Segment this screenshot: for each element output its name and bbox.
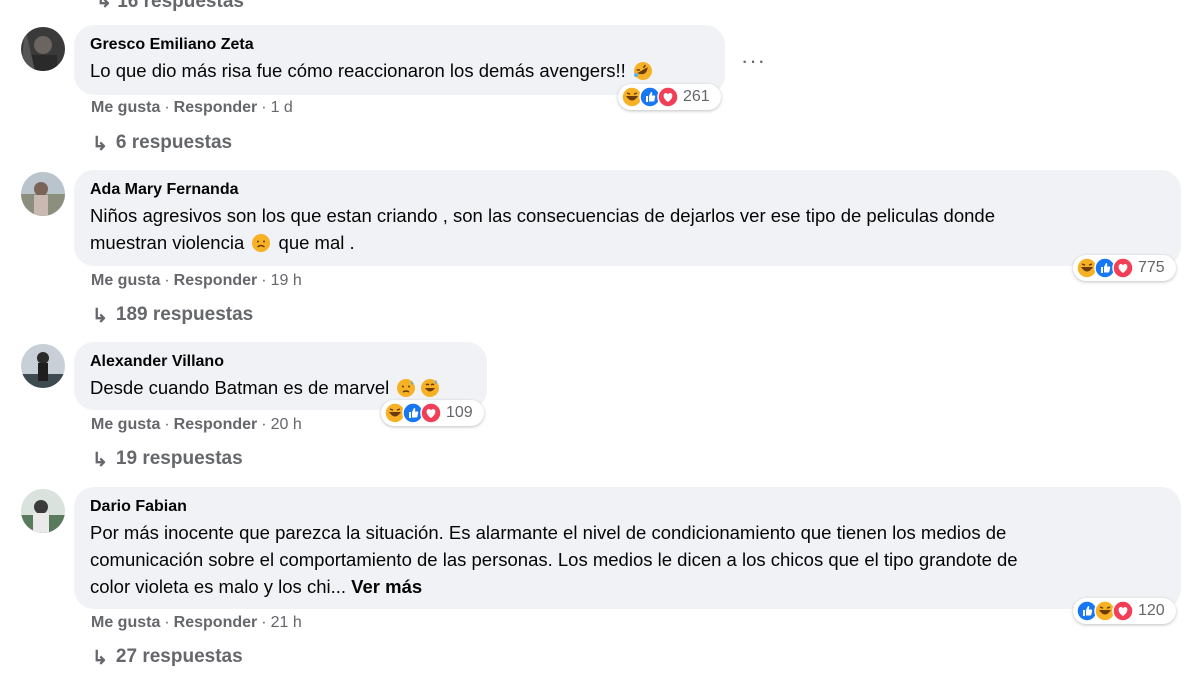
avatar[interactable] xyxy=(21,172,65,216)
avatar[interactable] xyxy=(21,489,65,533)
comment-time[interactable]: 19 h xyxy=(271,272,302,289)
comment-bubble: Dario Fabian Por más inocente que parezc… xyxy=(74,487,1181,609)
avatar[interactable] xyxy=(21,344,65,388)
comment-author[interactable]: Dario Fabian xyxy=(90,497,1165,517)
reply-arrow-icon: ↳ xyxy=(96,0,112,12)
like-link[interactable]: Me gusta xyxy=(91,272,160,289)
reply-arrow-icon: ↳ xyxy=(92,648,108,669)
love-reaction-icon xyxy=(657,86,679,108)
view-replies-link[interactable]: ↳ 27 respuestas xyxy=(92,645,243,671)
more-options-icon[interactable]: ··· xyxy=(741,50,766,72)
comment-text: Lo que dio más risa fue cómo reaccionaro… xyxy=(90,60,655,81)
view-replies-link[interactable]: ↳ 6 respuestas xyxy=(92,131,232,157)
reply-arrow-icon: ↳ xyxy=(92,306,108,327)
comment-time[interactable]: 21 h xyxy=(271,614,302,631)
love-reaction-icon xyxy=(1112,600,1134,622)
like-link[interactable]: Me gusta xyxy=(91,99,160,116)
love-reaction-icon xyxy=(1112,257,1134,279)
reply-link[interactable]: Responder xyxy=(174,416,258,433)
comment-text: Niños agresivos son los que estan criand… xyxy=(90,202,1165,260)
reply-link[interactable]: Responder xyxy=(174,272,258,289)
reactions-summary[interactable]: 261 xyxy=(618,84,721,110)
comment-author[interactable]: Gresco Emiliano Zeta xyxy=(90,35,709,55)
like-link[interactable]: Me gusta xyxy=(91,614,160,631)
comment-text: Por más inocente que parezca la situació… xyxy=(90,522,1018,597)
previous-replies-link[interactable]: ↳ 16 respuestas xyxy=(96,0,244,13)
comment-author[interactable]: Ada Mary Fernanda xyxy=(90,180,1165,200)
comment-actions: Me gusta · Responder · 20 h xyxy=(91,416,302,433)
avatar[interactable] xyxy=(21,27,65,71)
comment-actions: Me gusta · Responder · 1 d xyxy=(91,99,293,116)
reactions-summary[interactable]: 109 xyxy=(381,400,484,426)
comment-time[interactable]: 1 d xyxy=(271,99,293,116)
see-more-link[interactable]: Ver más xyxy=(351,576,422,597)
comment-time[interactable]: 20 h xyxy=(271,416,302,433)
like-link[interactable]: Me gusta xyxy=(91,416,160,433)
reply-link[interactable]: Responder xyxy=(174,614,258,631)
reply-arrow-icon: ↳ xyxy=(92,134,108,155)
comment-author[interactable]: Alexander Villano xyxy=(90,352,471,372)
view-replies-link[interactable]: ↳ 189 respuestas xyxy=(92,303,253,329)
comment-actions: Me gusta · Responder · 21 h xyxy=(91,614,302,631)
reactions-summary[interactable]: 120 xyxy=(1073,598,1176,624)
reply-link[interactable]: Responder xyxy=(174,99,258,116)
worried-emoji-icon xyxy=(251,233,271,260)
comment-bubble: Ada Mary Fernanda Niños agresivos son lo… xyxy=(74,170,1181,266)
view-replies-link[interactable]: ↳ 19 respuestas xyxy=(92,447,243,473)
reply-arrow-icon: ↳ xyxy=(92,450,108,471)
comment-actions: Me gusta · Responder · 19 h xyxy=(91,272,302,289)
comment-text: Desde cuando Batman es de marvel xyxy=(90,377,442,398)
love-reaction-icon xyxy=(420,402,442,424)
reactions-summary[interactable]: 775 xyxy=(1073,255,1176,281)
